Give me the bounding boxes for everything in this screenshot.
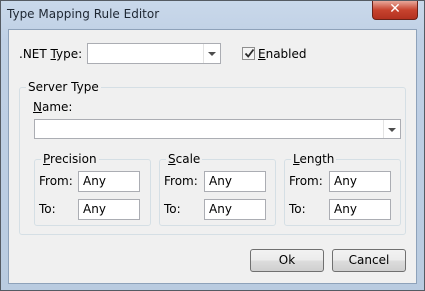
length-from-label: From: (289, 174, 323, 188)
precision-group: Precision From: Any To: Any (34, 152, 151, 226)
server-type-group: Server Type Name: Precision From: Any To… (19, 80, 406, 235)
window-title: Type Mapping Rule Editor (7, 7, 160, 21)
scale-to-label: To: (164, 202, 181, 216)
dialog-window: Type Mapping Rule Editor ✕ .NET Type: En… (0, 0, 425, 291)
close-button[interactable]: ✕ (372, 1, 418, 20)
length-group-title: Length (291, 152, 337, 166)
precision-group-title: Precision (41, 152, 99, 166)
close-icon: ✕ (389, 1, 401, 17)
chevron-down-icon[interactable] (383, 120, 400, 138)
length-from-input[interactable]: Any (329, 171, 391, 192)
length-group: Length From: Any To: Any (284, 152, 401, 226)
chevron-down-icon[interactable] (203, 44, 220, 63)
server-type-group-title: Server Type (26, 80, 101, 94)
precision-to-input[interactable]: Any (78, 199, 140, 220)
net-type-label: .NET Type: (19, 47, 83, 61)
net-type-combobox[interactable] (87, 43, 221, 64)
precision-from-input[interactable]: Any (78, 171, 140, 192)
dialog-client-area: .NET Type: Enabled Server Type Name: Pre… (8, 29, 417, 284)
name-label: Name: (33, 100, 73, 114)
scale-group-title: Scale (166, 152, 203, 166)
checkmark-icon (244, 48, 255, 58)
scale-from-label: From: (164, 174, 198, 188)
length-to-input[interactable]: Any (329, 199, 391, 220)
scale-from-input[interactable]: Any (204, 171, 266, 192)
server-type-name-combobox[interactable] (34, 119, 401, 139)
precision-to-label: To: (39, 202, 56, 216)
scale-to-input[interactable]: Any (204, 199, 266, 220)
title-bar[interactable]: Type Mapping Rule Editor ✕ (1, 1, 424, 27)
ok-button[interactable]: Ok (250, 249, 324, 272)
scale-group: Scale From: Any To: Any (159, 152, 276, 226)
cancel-button[interactable]: Cancel (332, 249, 406, 272)
precision-from-label: From: (39, 174, 73, 188)
enabled-label[interactable]: Enabled (258, 47, 307, 61)
length-to-label: To: (289, 202, 306, 216)
enabled-checkbox[interactable] (242, 47, 255, 60)
